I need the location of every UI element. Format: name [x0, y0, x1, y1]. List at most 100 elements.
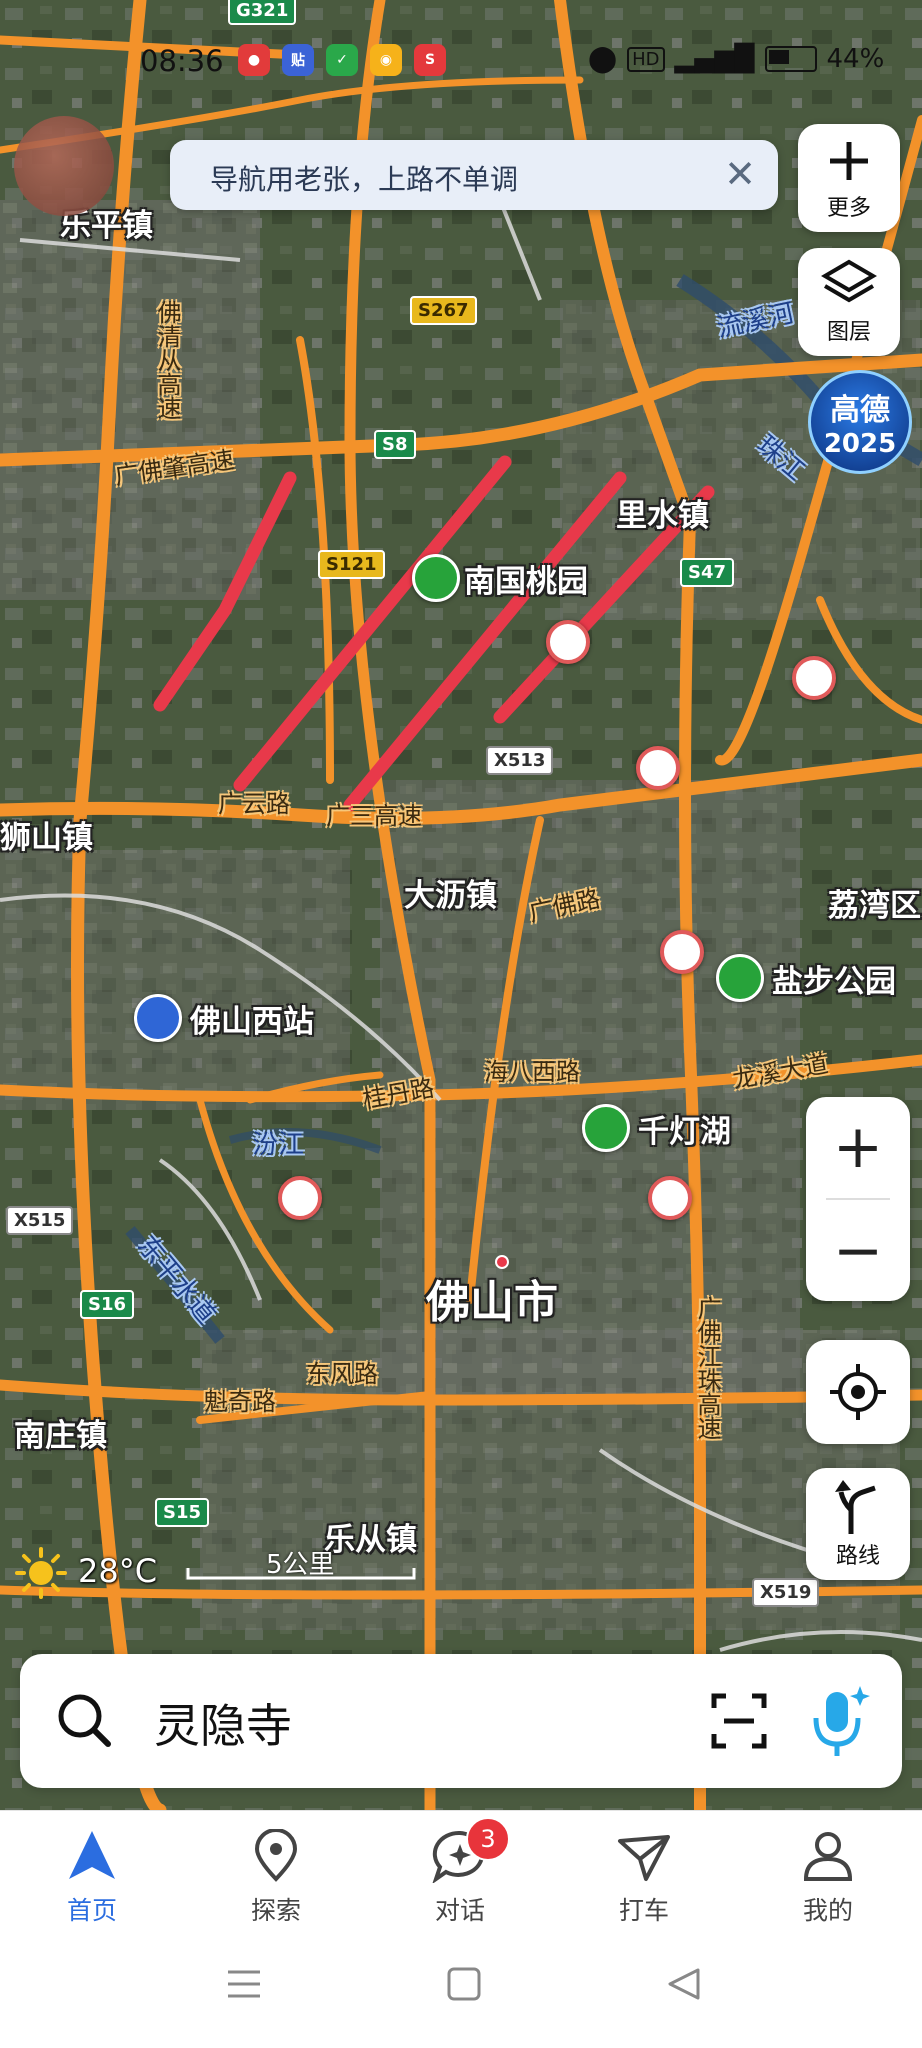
brand-badge-year: 2025 [823, 429, 897, 459]
road-label-fojiang: 广佛江珠高速 [693, 1296, 721, 1440]
hd-icon: HD [627, 46, 665, 72]
avatar[interactable] [14, 116, 114, 216]
weather-widget[interactable]: 28°C [14, 1546, 157, 1604]
train-station-poi[interactable] [134, 994, 182, 1042]
place-label-yanbu[interactable]: 盐步公园 [772, 956, 896, 1001]
home-icon[interactable] [444, 1964, 484, 2004]
close-icon[interactable]: ✕ [716, 150, 764, 198]
signal-icon: ▂▄▆█ [674, 44, 755, 74]
red-app-icon: ● [238, 44, 270, 76]
brand-badge[interactable]: 高德 2025 [808, 370, 912, 474]
park-poi-yanbu[interactable] [716, 954, 764, 1002]
search-icon [58, 1694, 111, 1747]
more-button[interactable]: 更多 [798, 124, 900, 232]
place-label-qiandeng[interactable]: 千灯湖 [638, 1106, 731, 1151]
place-label-lishui[interactable]: 里水镇 [616, 490, 709, 535]
place-label-foshan-west[interactable]: 佛山西站 [190, 996, 314, 1041]
back-icon[interactable] [664, 1964, 704, 2004]
status-bar: 08:36 ● 贴 ✓ ◉ S ⬤ HD ▂▄▆█ 44% [0, 40, 922, 84]
navigation-arrow-icon [69, 1831, 115, 1879]
system-navigation-bar [0, 1940, 922, 2048]
construction-poi[interactable] [636, 746, 680, 790]
tab-taxi-label: 打车 [618, 1896, 669, 1925]
scan-icon[interactable] [710, 1692, 768, 1750]
road-label-dongfeng: 东风路 [306, 1360, 378, 1388]
battery-percent: 44% [826, 44, 885, 74]
banner-text: 导航用老张，上路不单调 [210, 163, 519, 196]
green-app-icon: ✓ [326, 44, 358, 76]
road-label-guangyun: 广云路 [218, 790, 290, 818]
bottom-tab-bar: 首页 探索 3 对话 打车 我的 [0, 1810, 922, 1941]
notification-icons: ● 贴 ✓ ◉ S [238, 44, 446, 76]
construction-poi[interactable] [792, 656, 836, 700]
tab-profile[interactable]: 我的 [768, 1811, 888, 1941]
route-shield-s121: S121 [318, 550, 385, 579]
more-label: 更多 [826, 196, 871, 221]
plus-icon [830, 142, 868, 180]
system-status: ⬤ HD ▂▄▆█ 44% [588, 44, 884, 74]
place-label-foshan-city[interactable]: 佛山市 [426, 1266, 558, 1330]
route-shield-s267: S267 [410, 296, 477, 325]
road-label-guang-gaosu: 广三高速 [326, 802, 422, 830]
tab-explore[interactable]: 探索 [216, 1811, 336, 1941]
construction-poi[interactable] [546, 620, 590, 664]
brand-badge-top: 高德 [830, 393, 890, 428]
zoom-in-button[interactable]: + [806, 1097, 910, 1197]
menu-icon[interactable] [224, 1964, 264, 2004]
place-label-nanguo[interactable]: 南国桃园 [464, 556, 588, 601]
zoom-out-button[interactable]: − [806, 1201, 910, 1301]
chat-badge: 3 [466, 1817, 510, 1861]
road-label-haiba: 海八西路 [484, 1058, 580, 1086]
user-icon [803, 1832, 853, 1881]
zoom-divider [826, 1198, 890, 1200]
tab-taxi[interactable]: 打车 [584, 1811, 704, 1941]
route-shield-g321: G321 [228, 0, 297, 25]
park-poi-nanguo[interactable] [412, 554, 460, 602]
battery-icon [764, 46, 817, 72]
route-shield-s16: S16 [80, 1290, 135, 1319]
tab-explore-label: 探索 [250, 1896, 301, 1925]
zoom-control: + − [806, 1097, 910, 1301]
status-time: 08:36 [140, 44, 224, 78]
road-label-foqing: 佛清从高速 [153, 300, 181, 420]
location-pin-icon [254, 1829, 298, 1882]
construction-poi[interactable] [278, 1176, 322, 1220]
route-shield-x513: X513 [486, 746, 554, 775]
layers-button[interactable]: 图层 [798, 248, 900, 356]
weibo-app-icon: ◉ [370, 44, 402, 76]
route-label: 路线 [835, 1544, 880, 1569]
search-bar[interactable]: 灵隐寺 [20, 1654, 902, 1788]
tab-chat[interactable]: 3 对话 [400, 1811, 520, 1941]
route-arrow-icon [835, 1480, 876, 1534]
route-shield-x519: X519 [752, 1578, 820, 1607]
layers-label: 图层 [826, 320, 871, 345]
tab-profile-label: 我的 [802, 1896, 853, 1925]
sina-app-icon: S [414, 44, 446, 76]
tieba-app-icon: 贴 [282, 44, 314, 76]
locate-button[interactable] [806, 1340, 910, 1444]
park-poi-qiandeng[interactable] [582, 1104, 630, 1152]
search-query[interactable]: 灵隐寺 [154, 1690, 292, 1756]
voice-assistant-icon[interactable] [806, 1682, 872, 1760]
water-label-fenjiang: 汾江 [252, 1130, 305, 1160]
temperature: 28°C [78, 1552, 158, 1590]
tab-home-label: 首页 [66, 1896, 117, 1925]
route-shield-x515: X515 [6, 1206, 74, 1235]
route-shield-s8: S8 [374, 430, 416, 459]
promo-banner[interactable]: 导航用老张，上路不单调 ✕ [170, 140, 778, 210]
tab-chat-label: 对话 [434, 1896, 485, 1925]
place-label-shishan[interactable]: 狮山镇 [0, 812, 93, 857]
sun-icon [15, 1547, 67, 1599]
route-shield-s15: S15 [155, 1498, 210, 1527]
taxi-flag-icon [618, 1835, 670, 1881]
road-label-kuiqi: 魁奇路 [204, 1388, 276, 1416]
route-button[interactable]: 路线 [806, 1468, 910, 1580]
map-scale: 5公里 [186, 1544, 416, 1584]
crosshair-icon [830, 1364, 886, 1420]
place-label-nanzhuang[interactable]: 南庄镇 [14, 1410, 107, 1455]
construction-poi[interactable] [648, 1176, 692, 1220]
construction-poi[interactable] [660, 930, 704, 974]
place-label-dali[interactable]: 大沥镇 [404, 870, 497, 915]
place-label-liwan[interactable]: 荔湾区 [828, 880, 921, 925]
tab-home[interactable]: 首页 [32, 1811, 152, 1941]
